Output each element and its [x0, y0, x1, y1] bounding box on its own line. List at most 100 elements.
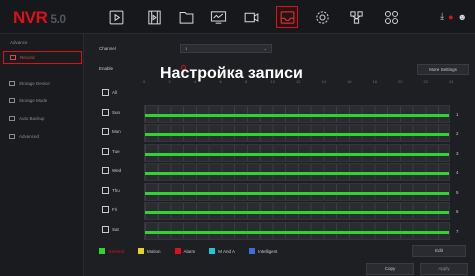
sidebar-item-record[interactable]: Record [3, 51, 82, 64]
legend-item[interactable]: Motion [138, 248, 161, 254]
row-day-label: Mon [112, 129, 121, 134]
row-checkbox[interactable] [102, 128, 109, 135]
legend-swatch [174, 248, 181, 254]
hour-label: 8 [245, 79, 248, 84]
legend: General Motion Alarm M And A Intelligent [99, 248, 277, 254]
grid-icon[interactable] [380, 6, 402, 28]
chevron-down-icon: ⌄ [263, 46, 267, 51]
status-icons: ⤓ ● ☻ [440, 11, 467, 22]
row-day-label: Sun [112, 109, 121, 115]
row-number: 7 [456, 228, 459, 234]
row-day-label: All [112, 90, 118, 95]
record-settings-panel: Channel 1 ⌄ Enable Настройка записи More… [84, 34, 475, 276]
legend-label: Motion [147, 248, 161, 254]
hour-label: 22 [423, 79, 428, 84]
sidebar-item-advanced[interactable]: Advanced [3, 130, 82, 143]
channel-label: Channel [99, 46, 116, 51]
copy-button[interactable]: Copy [366, 263, 414, 275]
alert-icon[interactable]: ● [448, 12, 453, 22]
advanced-icon [9, 134, 15, 139]
network-icon[interactable] [345, 6, 367, 28]
schedule-grid: 0 2 4 6 8 10 12 14 16 18 20 22 24 All Sun 1 Mon 2 Tue 3 Wed… [99, 79, 469, 240]
sidebar-item-storage-mode[interactable]: Storage Mode [3, 94, 82, 107]
edit-button[interactable]: Edit [412, 245, 466, 257]
sidebar-item-storage-device[interactable]: Storage Device [3, 77, 82, 90]
hour-label: 12 [296, 79, 301, 84]
row-number: 6 [456, 209, 459, 214]
recording-bar [145, 152, 449, 156]
play-icon[interactable] [105, 6, 127, 28]
row-number: 2 [456, 131, 459, 136]
hour-label: 14 [321, 79, 326, 84]
schedule-row-track[interactable] [144, 221, 450, 240]
recording-bar [145, 191, 449, 195]
sidebar-section-title: Advance [10, 40, 28, 45]
hour-label: 20 [398, 79, 403, 84]
row-number: 5 [456, 189, 459, 195]
row-checkbox[interactable] [102, 225, 109, 233]
legend-label: Alarm [183, 248, 196, 254]
more-settings-button[interactable]: More Settings [417, 64, 469, 75]
row-day-label: Tue [112, 148, 120, 154]
enable-label: Enable [99, 66, 114, 71]
storage-icon [9, 81, 15, 86]
schedule-row-track[interactable] [144, 182, 450, 201]
user-icon[interactable]: ☻ [458, 12, 467, 22]
legend-item[interactable]: Alarm [174, 248, 196, 254]
hour-label: 18 [372, 79, 377, 84]
legend-label: M And A [218, 248, 236, 254]
hour-label: 10 [270, 79, 275, 84]
hour-label: 2 [168, 79, 171, 84]
hour-label: 16 [347, 79, 352, 84]
row-number: 3 [456, 150, 459, 156]
schedule-row-track[interactable] [144, 143, 450, 162]
sidebar-item-auto-backup[interactable]: Auto Backup [3, 112, 82, 125]
recording-bar [145, 230, 449, 234]
row-day-label: Sat [112, 226, 119, 232]
schedule-row-track[interactable] [144, 202, 450, 220]
row-day-label: Wed [112, 168, 122, 173]
schedule-row-track[interactable] [144, 163, 450, 181]
legend-item[interactable]: General [99, 248, 124, 254]
record-icon[interactable] [276, 6, 298, 28]
legend-swatch [209, 248, 216, 254]
row-checkbox[interactable] [102, 147, 109, 155]
channel-select[interactable]: 1 ⌄ [180, 44, 272, 53]
hour-label: 24 [449, 79, 454, 84]
legend-swatch [249, 248, 256, 254]
nvr-logo: NVR 5.0 [13, 8, 66, 27]
hour-axis: 0 2 4 6 8 10 12 14 16 18 20 22 24 [143, 79, 454, 87]
apply-button[interactable]: Apply [420, 263, 468, 275]
row-checkbox[interactable] [102, 167, 109, 174]
gear-icon[interactable] [311, 6, 333, 28]
folder-icon[interactable] [175, 6, 197, 28]
row-day-label: Fri [112, 207, 118, 212]
row-checkbox[interactable] [102, 108, 109, 116]
legend-swatch [138, 248, 145, 254]
top-bar: NVR 5.0 ⤓ ● ☻ [0, 0, 475, 34]
row-day-label: Thu [112, 187, 120, 193]
hdd-icon [9, 98, 15, 103]
hour-label: 0 [143, 79, 146, 84]
recording-bar [145, 211, 449, 214]
film-icon[interactable] [143, 6, 165, 28]
hour-label: 6 [219, 79, 222, 84]
record-icon [10, 55, 16, 60]
row-checkbox[interactable] [102, 186, 109, 194]
recording-bar [145, 172, 449, 175]
legend-label: General [108, 248, 125, 254]
recording-bar [145, 113, 449, 117]
download-icon[interactable]: ⤓ [440, 11, 444, 22]
legend-item[interactable]: Intelligent [249, 248, 277, 254]
camera-icon[interactable] [240, 6, 262, 28]
schedule-row-track[interactable] [144, 104, 450, 123]
row-checkbox[interactable] [102, 89, 109, 96]
legend-swatch [99, 248, 105, 254]
legend-item[interactable]: M And A [209, 248, 235, 254]
row-checkbox[interactable] [102, 206, 109, 213]
monitor-chart-icon[interactable] [207, 6, 229, 28]
legend-label: Intelligent [258, 248, 278, 254]
schedule-row-track[interactable] [144, 124, 450, 142]
backup-icon [9, 116, 15, 121]
hour-label: 4 [194, 79, 197, 84]
